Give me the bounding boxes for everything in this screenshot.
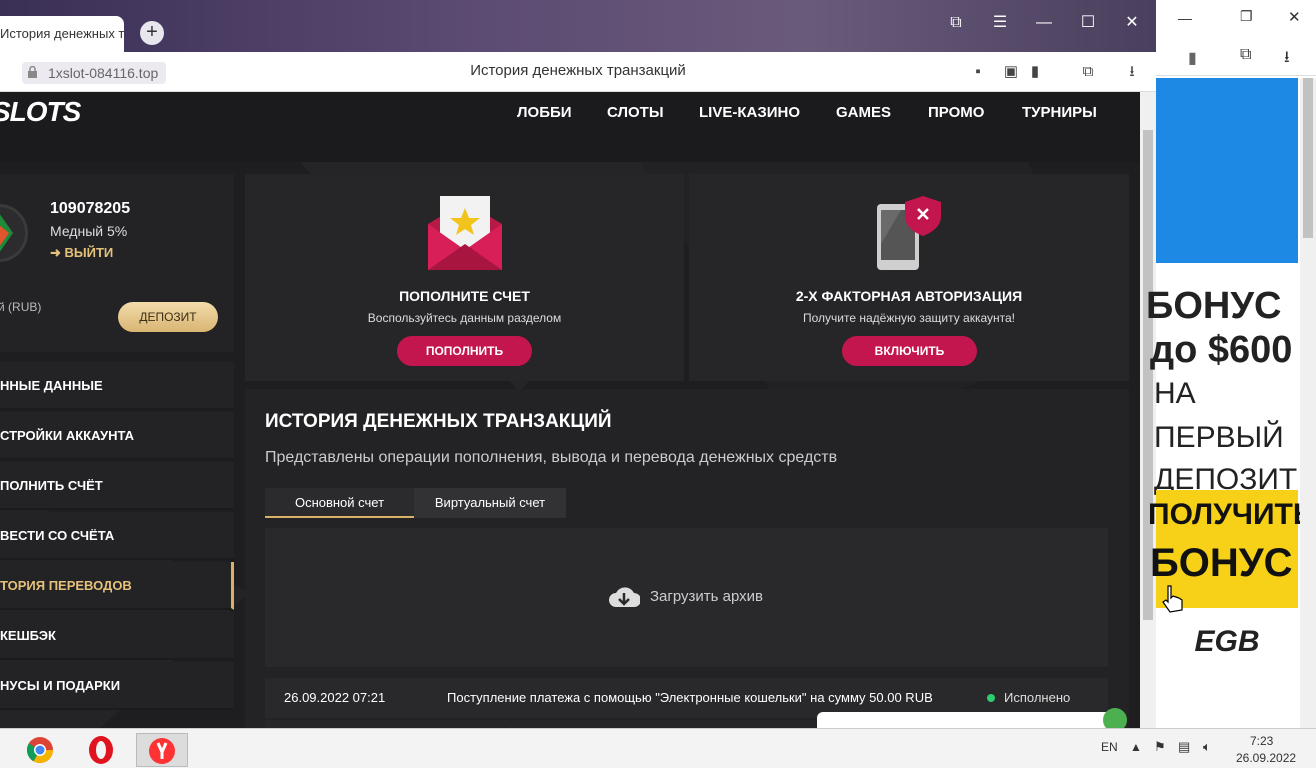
side-scrollbar[interactable] — [1300, 78, 1316, 728]
volume-icon[interactable]: 🔈︎ — [1203, 739, 1211, 755]
ad-line: БОНУС — [1146, 285, 1282, 327]
site-logo[interactable]: SLOTS — [0, 96, 81, 128]
bookmark-icon[interactable]: ▮ — [1025, 62, 1045, 82]
card-title: 2-Х ФАКТОРНАЯ АВТОРИЗАЦИЯ — [795, 288, 1023, 304]
chrome-taskbar-icon[interactable] — [14, 733, 66, 767]
browser-tab[interactable]: История денежных тра... — [0, 16, 124, 52]
tab-title: История денежных тра... — [0, 26, 124, 41]
yandex-taskbar-icon[interactable] — [136, 733, 188, 767]
tab-main-account[interactable]: Основной счет — [265, 488, 414, 518]
address-bar: 1xslot-084116.top История денежных транз… — [0, 52, 1156, 92]
ad-cta-line: БОНУС — [1150, 541, 1293, 585]
transaction-history-panel: ИСТОРИЯ ДЕНЕЖНЫХ ТРАНЗАКЦИЙ Представлены… — [245, 389, 1129, 728]
menu-personal-data[interactable]: ННЫЕ ДАННЫЕ — [0, 362, 234, 410]
collections-icon[interactable]: ⧉ — [943, 10, 969, 36]
nav-tournaments[interactable]: ТУРНИРЫ — [1022, 104, 1097, 121]
browser-tab-bar: История денежных тра... + ⧉ ☰ — ☐ ✕ — [0, 0, 1156, 52]
nav-live-casino[interactable]: LIVE-КАЗИНО — [699, 104, 800, 121]
side-browser-window: — ❐ ✕ ▮ ⧉ ⭳ БОНУС до $600 НА ПЕРВЫЙ ДЕПО… — [1146, 0, 1316, 728]
card-title: ПОПОЛНИТЕ СЧЕТ — [399, 288, 530, 304]
card-text: Воспользуйтесь данным разделом — [367, 311, 562, 325]
ad-banner-top[interactable] — [1156, 78, 1298, 263]
enable-2fa-button[interactable]: ВКЛЮЧИТЬ — [842, 336, 977, 366]
nav-promo[interactable]: ПРОМО — [928, 104, 984, 121]
phone-shield-icon — [877, 196, 941, 270]
menu-deposit[interactable]: ПОЛНИТЬ СЧЁТ — [0, 462, 234, 510]
history-title: ИСТОРИЯ ДЕНЕЖНЫХ ТРАНЗАКЦИЙ — [265, 411, 612, 432]
translate-icon[interactable]: ▪ — [968, 62, 988, 82]
clock-date[interactable]: 26.09.2022 — [1236, 751, 1296, 765]
bookmark-icon[interactable]: ▮ — [1188, 48, 1197, 68]
status-dot-icon — [987, 694, 995, 702]
deposit-button[interactable]: ДЕПОЗИТ — [118, 302, 218, 332]
collections-icon[interactable]: ⧉ — [1240, 46, 1251, 64]
close-button[interactable]: ✕ — [1119, 10, 1145, 36]
language-indicator[interactable]: EN — [1101, 740, 1118, 754]
avatar — [0, 204, 28, 262]
clock-time[interactable]: 7:23 — [1250, 734, 1273, 748]
hand-cursor-icon — [1162, 585, 1183, 613]
nav-games[interactable]: GAMES — [836, 104, 891, 121]
user-level: Медный 5% — [50, 223, 128, 239]
user-id: 109078205 — [50, 200, 131, 217]
close-button[interactable]: ✕ — [1288, 8, 1301, 26]
topup-button[interactable]: ПОПОЛНИТЬ — [397, 336, 532, 366]
menu-withdraw[interactable]: ВЕСТИ СО СЧЁТА — [0, 512, 234, 560]
extension-icon[interactable]: ▣ — [1001, 62, 1021, 82]
card-text: Получите надёжную защиту аккаунта! — [802, 311, 1015, 325]
ad-line: до $600 — [1150, 329, 1293, 371]
minimize-button[interactable]: — — [1178, 10, 1192, 26]
profile-panel: 109078205 Медный 5% ➜ ВЫЙТИ й (RUB) ДЕПО… — [0, 174, 234, 352]
side-scrollbar-thumb[interactable] — [1303, 78, 1313, 238]
deposit-card: ПОПОЛНИТЕ СЧЕТ Воспользуйтесь данным раз… — [245, 174, 684, 381]
two-factor-card: 2-Х ФАКТОРНАЯ АВТОРИЗАЦИЯ Получите надёж… — [689, 174, 1129, 381]
download-icon[interactable]: ⭳ — [1122, 62, 1142, 82]
chat-widget[interactable] — [817, 708, 1127, 732]
side-window-toolbar: ▮ ⧉ ⭳ — [1156, 38, 1316, 76]
new-tab-button[interactable]: + — [140, 21, 164, 45]
opera-taskbar-icon[interactable] — [75, 733, 127, 767]
collections-icon[interactable]: ⧉ — [1078, 62, 1098, 82]
row-description: Электронный перевод на сумму 100.00 RUB … — [447, 720, 734, 728]
row-date: 21.09.2022 21:44 — [284, 720, 370, 728]
site-header: SLOTS ЛОББИ СЛОТЫ LIVE-КАЗИНО GAMES ПРОМ… — [0, 92, 1140, 162]
menu-bonuses[interactable]: НУСЫ И ПОДАРКИ — [0, 662, 234, 710]
menu-cashback[interactable]: КЕШБЭК — [0, 612, 234, 660]
site-viewport: SLOTS ЛОББИ СЛОТЫ LIVE-КАЗИНО GAMES ПРОМ… — [0, 92, 1140, 728]
side-window-titlebar: — ❐ ✕ — [1156, 0, 1316, 38]
ad-cta-line: ПОЛУЧИТЬ — [1148, 498, 1315, 531]
minimize-button[interactable]: — — [1031, 10, 1057, 36]
menu-transfer-history[interactable]: ТОРИЯ ПЕРЕВОДОВ — [0, 562, 234, 610]
history-subtitle: Представлены операции пополнения, вывода… — [265, 449, 838, 466]
nav-lobby[interactable]: ЛОББИ — [517, 104, 572, 121]
tray-expand-icon[interactable]: ▲ — [1130, 740, 1142, 754]
logout-label: ВЫЙТИ — [64, 245, 114, 260]
row-date: 26.09.2022 07:21 — [284, 690, 386, 705]
ad-line: НА ПЕРВЫЙ — [1154, 377, 1284, 454]
maximize-button[interactable]: ☐ — [1075, 10, 1101, 36]
nav-slots[interactable]: СЛОТЫ — [607, 104, 664, 121]
archive-label: Загрузить архив — [649, 588, 764, 605]
flag-icon[interactable]: ⚑ — [1154, 739, 1166, 755]
egb-logo[interactable]: EGB — [1156, 625, 1298, 659]
logout-link[interactable]: ➜ ВЫЙТИ — [50, 245, 113, 261]
menu-account-settings[interactable]: СТРОЙКИ АККАУНТА — [0, 412, 234, 460]
envelope-icon — [428, 196, 502, 270]
ad-bonus-text: БОНУС до $600 НА ПЕРВЫЙ ДЕПОЗИТ — [1146, 284, 1298, 496]
balance-label: й (RUB) — [0, 300, 42, 314]
download-icon[interactable]: ⭳ — [1284, 46, 1290, 73]
tab-virtual-account[interactable]: Виртуальный счет — [414, 488, 566, 518]
archive-area[interactable]: Загрузить архив — [265, 528, 1108, 667]
network-icon[interactable]: ▤ — [1178, 739, 1190, 755]
taskbar: EN ▲ ⚑ ▤ 🔈︎ 7:23 26.09.2022 — [0, 728, 1316, 768]
logout-icon: ➜ — [50, 245, 65, 260]
restore-button[interactable]: ❐ — [1240, 8, 1253, 25]
menu-icon[interactable]: ☰ — [987, 10, 1013, 36]
